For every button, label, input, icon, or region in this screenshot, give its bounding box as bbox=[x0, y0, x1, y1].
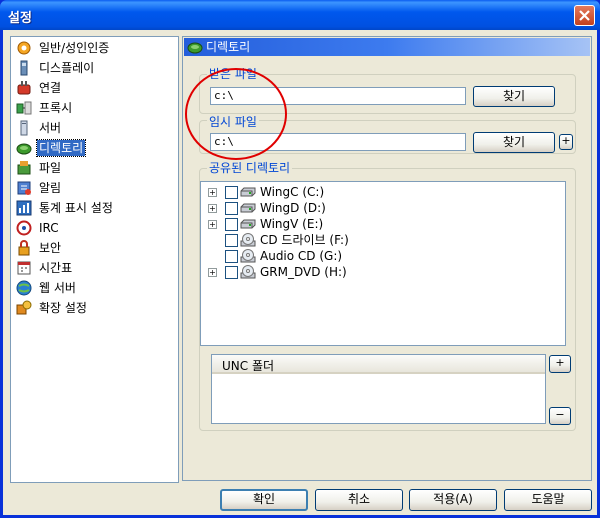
nav-item-label: IRC bbox=[39, 221, 59, 235]
title-bar[interactable]: 설정 bbox=[0, 0, 600, 30]
security-lock-icon bbox=[18, 240, 30, 256]
nav-item-file[interactable]: 파일 bbox=[14, 159, 172, 177]
nav-item-label: 확장 설정 bbox=[39, 301, 87, 315]
close-button[interactable] bbox=[574, 5, 595, 26]
nav-item-label: 서버 bbox=[39, 121, 62, 135]
close-icon bbox=[579, 10, 590, 21]
nav-item-web-server[interactable]: 웹 서버 bbox=[14, 279, 172, 297]
nav-item-proxy[interactable]: 프록시 bbox=[14, 99, 172, 117]
file-icon bbox=[17, 161, 31, 175]
server-icon bbox=[20, 120, 28, 136]
nav-item-label: 일반/성인인증 bbox=[39, 41, 110, 55]
ok-button[interactable]: 확인 bbox=[220, 489, 308, 511]
nav-item-label: 알림 bbox=[39, 181, 62, 195]
settings-category-list[interactable]: 일반/성인인증 디스플레이 연결 프록시 서버 디렉토리 파일 알림 통계 표시… bbox=[10, 36, 179, 483]
statistics-icon bbox=[16, 200, 32, 216]
nav-item-schedule[interactable]: 시간표 bbox=[14, 259, 172, 277]
irc-icon bbox=[16, 220, 32, 236]
nav-item-directory[interactable]: 디렉토리 bbox=[14, 139, 172, 157]
nav-item-label: 연결 bbox=[39, 81, 62, 95]
nav-item-extension[interactable]: 확장 설정 bbox=[14, 299, 172, 317]
nav-item-label: 파일 bbox=[39, 161, 62, 175]
settings-gear-icon bbox=[17, 41, 31, 55]
nav-item-label: 디스플레이 bbox=[39, 61, 95, 75]
nav-item-label: 보안 bbox=[39, 241, 62, 255]
annotation-circle bbox=[185, 68, 287, 160]
connection-icon bbox=[17, 81, 31, 95]
nav-item-label: 통계 표시 설정 bbox=[39, 201, 113, 215]
nav-item-notification[interactable]: 알림 bbox=[14, 179, 172, 197]
nav-item-irc[interactable]: IRC bbox=[14, 219, 172, 237]
calendar-icon bbox=[17, 261, 31, 275]
extension-icon bbox=[16, 300, 32, 315]
proxy-icon bbox=[16, 101, 32, 115]
cancel-button[interactable]: 취소 bbox=[315, 489, 403, 511]
window-title: 설정 bbox=[8, 11, 32, 26]
nav-item-server[interactable]: 서버 bbox=[14, 119, 172, 137]
dialog-body: 일반/성인인증 디스플레이 연결 프록시 서버 디렉토리 파일 알림 통계 표시… bbox=[3, 30, 597, 515]
nav-item-label: 시간표 bbox=[39, 261, 73, 275]
nav-item-label: 웹 서버 bbox=[39, 281, 76, 295]
apply-button[interactable]: 적용(A) bbox=[409, 489, 497, 511]
notification-icon bbox=[17, 181, 31, 195]
nav-item-security[interactable]: 보안 bbox=[14, 239, 172, 257]
web-server-icon bbox=[16, 280, 32, 296]
nav-item-general[interactable]: 일반/성인인증 bbox=[14, 39, 172, 57]
help-button[interactable]: 도움말 bbox=[504, 489, 592, 511]
nav-item-connection[interactable]: 연결 bbox=[14, 79, 172, 97]
display-icon bbox=[20, 60, 28, 76]
directory-icon bbox=[16, 143, 32, 155]
directory-settings-panel: 디렉토리 받은 파일 c:\ 찾기 임시 파일 c:\ 찾기 + 공유된 디렉토… bbox=[182, 36, 592, 481]
nav-item-label: 디렉토리 bbox=[35, 139, 87, 157]
settings-window: 설정 일반/성인인증 디스플레이 연결 프록시 서버 디렉토리 파일 알림 통계… bbox=[0, 0, 600, 518]
nav-item-display[interactable]: 디스플레이 bbox=[14, 59, 172, 77]
nav-item-statistics[interactable]: 통계 표시 설정 bbox=[14, 199, 172, 217]
nav-item-label: 프록시 bbox=[39, 101, 73, 115]
